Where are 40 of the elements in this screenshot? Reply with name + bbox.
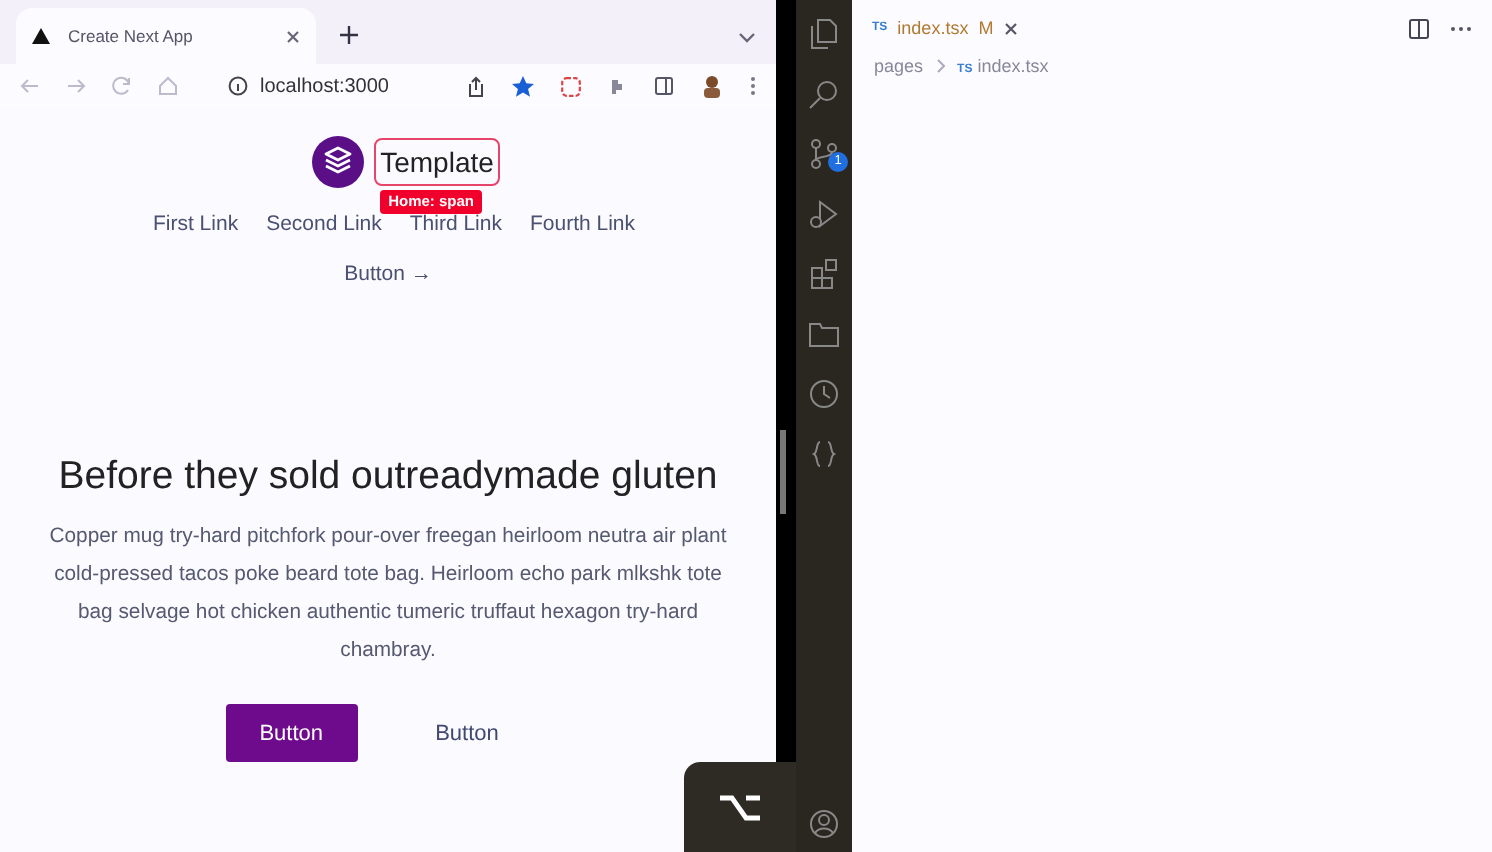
layers-logo-icon[interactable] bbox=[312, 136, 365, 188]
text-button[interactable]: Button bbox=[407, 704, 527, 762]
chevron-right-icon bbox=[935, 58, 946, 74]
run-icon[interactable] bbox=[808, 198, 840, 230]
hero-paragraph: Copper mug try-hard pitchfork pour-over freegan heirloom neutra air plant cold-pressed tacos poke beard tote bag. Heirloom echo park mlkshk tote bag selvage hot chicken authentic tumeric truffaut hexagon try-hard chambray. bbox=[47, 524, 729, 666]
star-icon[interactable] bbox=[512, 75, 534, 97]
info-icon[interactable] bbox=[228, 76, 248, 96]
hero-heading: Before they sold outreadymade gluten bbox=[58, 454, 718, 500]
triangle-icon bbox=[32, 28, 50, 44]
address-field[interactable]: localhost:3000 bbox=[260, 75, 389, 97]
nav-link[interactable]: Second Link bbox=[266, 212, 382, 236]
browser-tab[interactable]: Create Next App bbox=[16, 8, 316, 64]
search-icon[interactable] bbox=[808, 78, 840, 110]
nav-link[interactable]: Third Link bbox=[409, 212, 502, 236]
close-icon[interactable] bbox=[286, 29, 300, 43]
folder-icon[interactable] bbox=[808, 318, 840, 350]
sidebar-icon[interactable] bbox=[654, 76, 674, 96]
branch-icon[interactable] bbox=[808, 138, 840, 170]
chevron-down-icon[interactable] bbox=[738, 32, 756, 44]
braces-icon[interactable] bbox=[808, 438, 840, 470]
logo-text[interactable]: Template bbox=[374, 138, 500, 186]
more-icon[interactable] bbox=[750, 76, 756, 96]
floating-widget[interactable] bbox=[684, 762, 796, 852]
account-icon[interactable] bbox=[808, 808, 840, 840]
resize-handle[interactable] bbox=[780, 430, 786, 514]
extensions-icon[interactable] bbox=[808, 258, 840, 290]
option-key-icon bbox=[718, 791, 762, 823]
profile-icon[interactable] bbox=[700, 74, 724, 98]
new-tab-button[interactable] bbox=[340, 26, 358, 44]
nav-link[interactable]: First Link bbox=[152, 212, 239, 236]
primary-button[interactable]: Button bbox=[225, 704, 358, 762]
close-icon[interactable] bbox=[1003, 21, 1018, 35]
nav-link[interactable]: Fourth Link bbox=[529, 212, 636, 236]
nav-button[interactable]: Button → bbox=[344, 262, 432, 286]
split-editor-icon[interactable] bbox=[1408, 17, 1430, 39]
timeline-icon[interactable] bbox=[808, 378, 840, 410]
more-icon[interactable] bbox=[1450, 25, 1472, 31]
extension-icon[interactable] bbox=[560, 75, 582, 97]
share-icon[interactable] bbox=[466, 75, 486, 97]
files-icon[interactable] bbox=[808, 18, 840, 50]
